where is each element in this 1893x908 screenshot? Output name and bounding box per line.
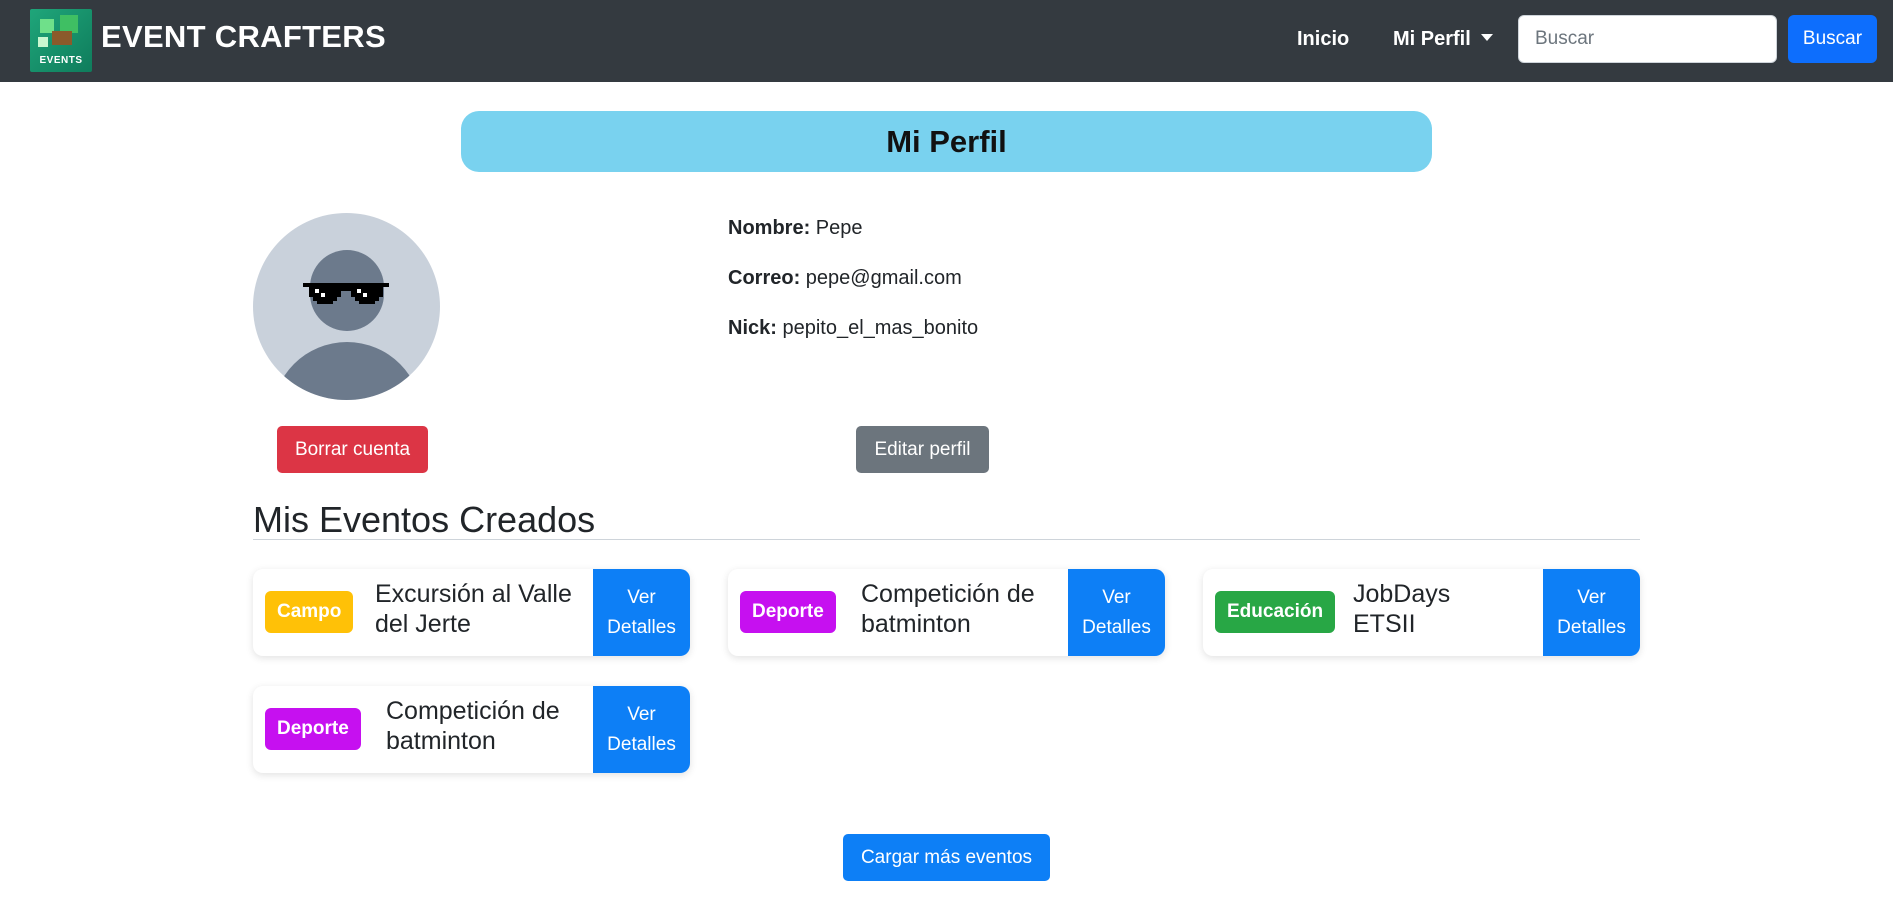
event-card: Educación JobDays ETSII Ver Detalles bbox=[1203, 569, 1640, 656]
search-input[interactable] bbox=[1518, 15, 1777, 63]
nav-dropdown-label: Mi Perfil bbox=[1393, 28, 1471, 50]
caret-down-icon bbox=[1480, 34, 1493, 42]
logo-text: EVENTS bbox=[39, 55, 83, 66]
avatar bbox=[253, 213, 440, 400]
category-badge: Deporte bbox=[265, 708, 361, 750]
view-details-button[interactable]: Ver Detalles bbox=[593, 569, 690, 656]
avatar-body bbox=[272, 342, 422, 400]
event-card: Deporte Competición de batminton Ver Det… bbox=[253, 686, 690, 773]
category-badge: Campo bbox=[265, 591, 354, 633]
delete-account-button[interactable]: Borrar cuenta bbox=[277, 426, 428, 473]
event-card: Deporte Competición de batminton Ver Det… bbox=[728, 569, 1165, 656]
nick-value: pepito_el_mas_bonito bbox=[782, 317, 979, 339]
nick-label: Nick: bbox=[728, 317, 777, 339]
category-badge: Educación bbox=[1215, 591, 1336, 633]
nav-link-inicio[interactable]: Inicio bbox=[1297, 28, 1349, 51]
nav-dropdown-mi-perfil[interactable]: Mi Perfil bbox=[1393, 28, 1493, 51]
load-more-button[interactable]: Cargar más eventos bbox=[843, 834, 1050, 881]
profile-email: Correo: pepe@gmail.com bbox=[728, 267, 962, 290]
profile-nick: Nick: pepito_el_mas_bonito bbox=[728, 317, 978, 340]
navbar: EVENTS EVENT CRAFTERS Inicio Mi Perfil B… bbox=[0, 0, 1893, 82]
sunglasses-icon bbox=[303, 283, 389, 304]
profile-name: Nombre: Pepe bbox=[728, 217, 863, 240]
event-title: Competición de batminton bbox=[386, 697, 560, 755]
event-title: Competición de batminton bbox=[861, 580, 1035, 638]
page-title: Mi Perfil bbox=[461, 111, 1432, 172]
edit-profile-button[interactable]: Editar perfil bbox=[856, 426, 989, 473]
event-title: Excursión al Valle del Jerte bbox=[375, 580, 572, 638]
divider bbox=[253, 539, 1640, 540]
view-details-button[interactable]: Ver Detalles bbox=[593, 686, 690, 773]
category-badge: Deporte bbox=[740, 591, 836, 633]
view-details-button[interactable]: Ver Detalles bbox=[1543, 569, 1640, 656]
brand-logo[interactable]: EVENTS bbox=[30, 9, 92, 72]
brand-name[interactable]: EVENT CRAFTERS bbox=[101, 19, 386, 55]
event-card: Campo Excursión al Valle del Jerte Ver D… bbox=[253, 569, 690, 656]
view-details-button[interactable]: Ver Detalles bbox=[1068, 569, 1165, 656]
email-value: pepe@gmail.com bbox=[805, 267, 962, 289]
name-label: Nombre: bbox=[728, 217, 811, 239]
section-title: Mis Eventos Creados bbox=[253, 499, 596, 540]
email-label: Correo: bbox=[728, 267, 801, 289]
name-value: Pepe bbox=[815, 217, 863, 239]
search-button[interactable]: Buscar bbox=[1788, 15, 1877, 63]
event-title: JobDays ETSII bbox=[1353, 580, 1451, 638]
